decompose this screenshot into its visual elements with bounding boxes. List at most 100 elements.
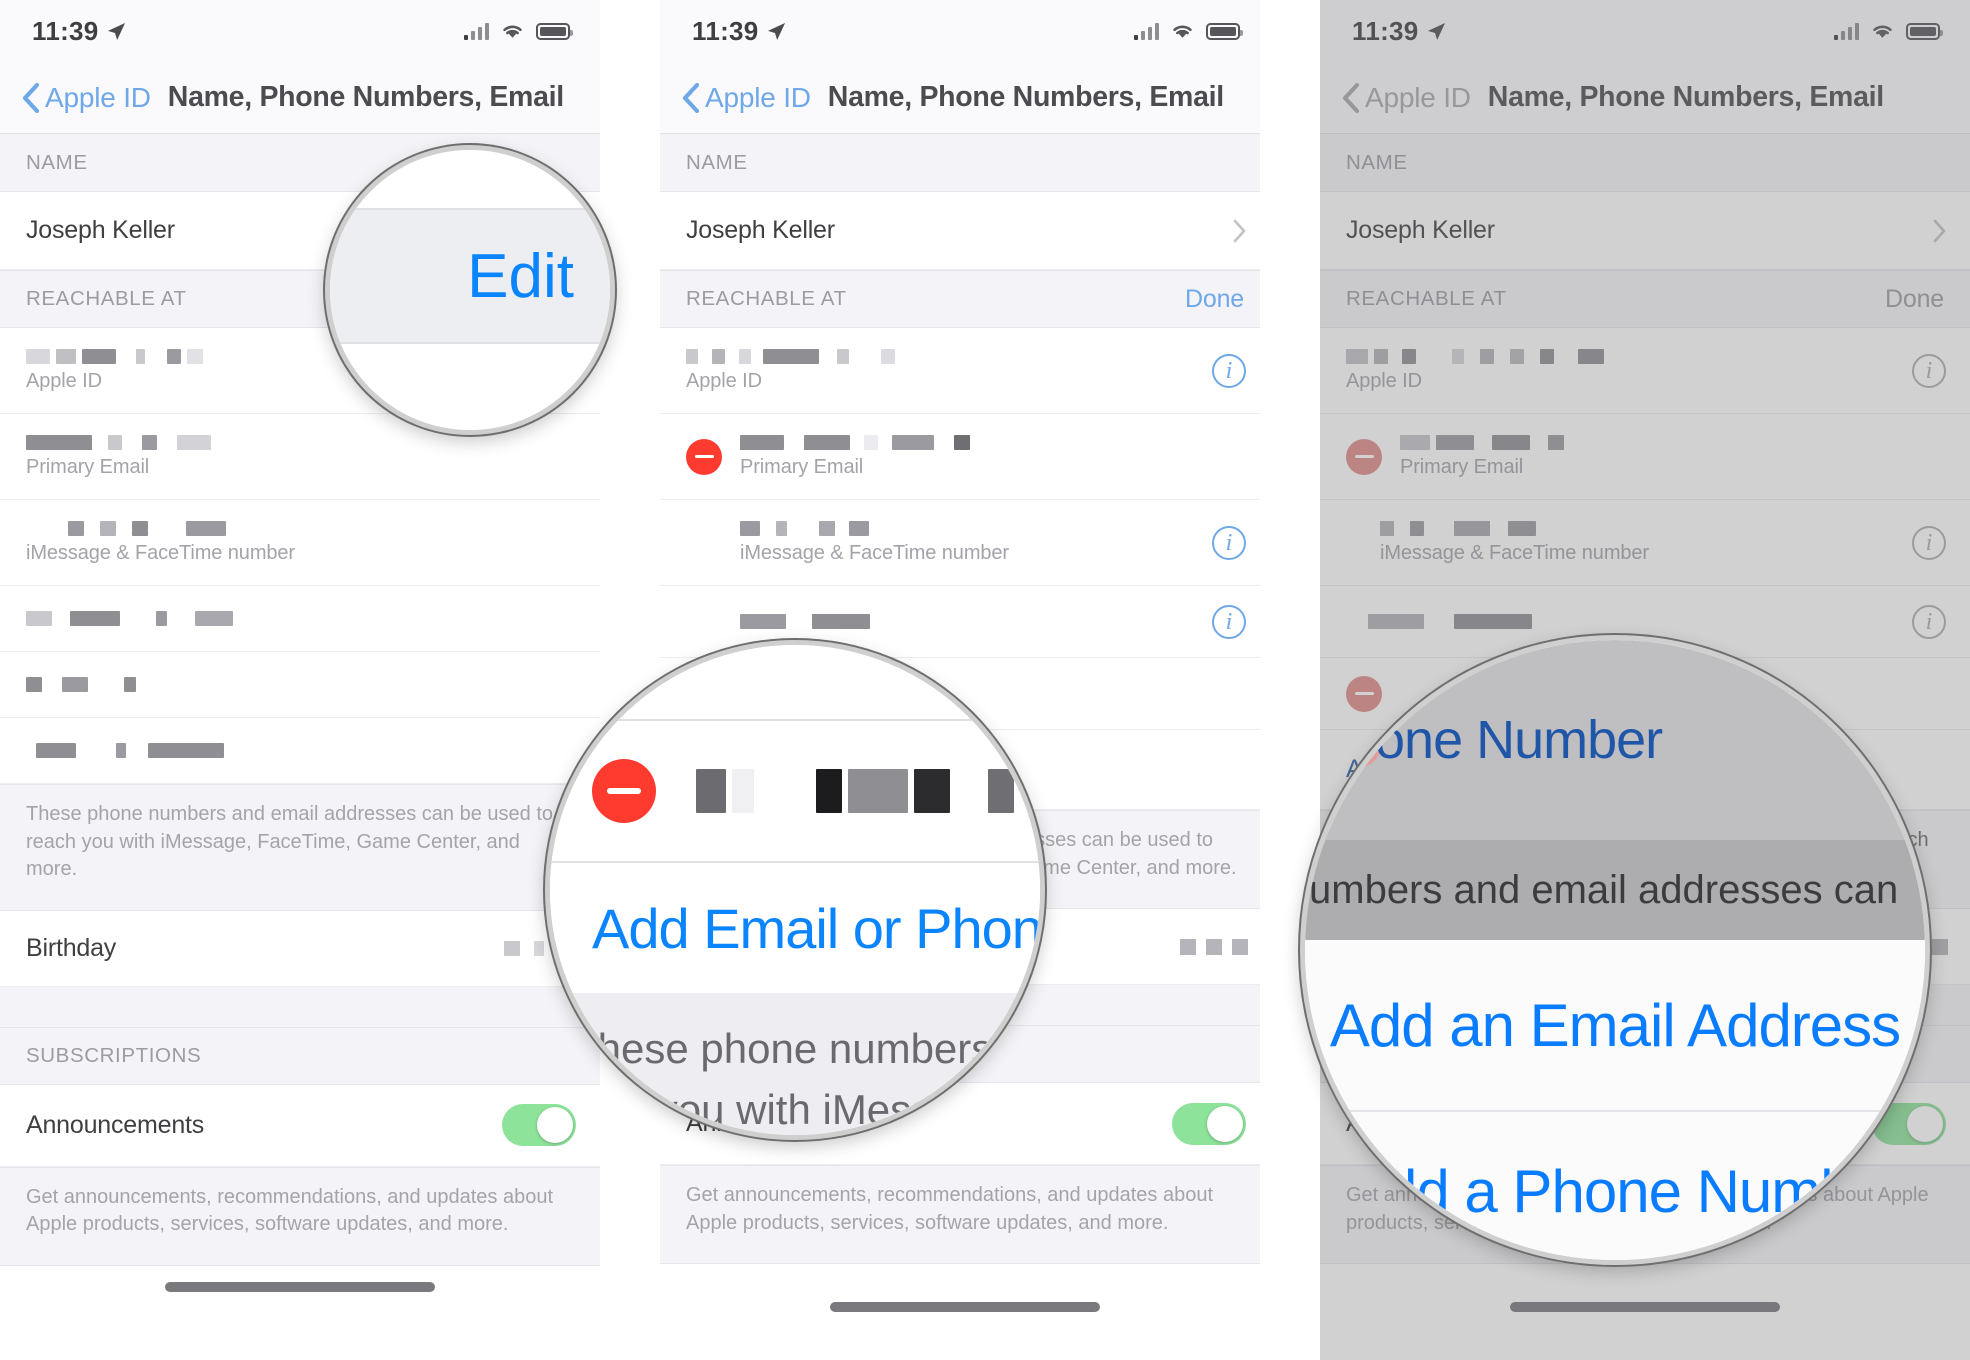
action-sheet-add-phone[interactable]: Add a Phone Numbe <box>1305 1112 1925 1260</box>
add-an-email-address-label: Add an Email Address <box>1329 991 1901 1059</box>
status-bar: 11:39 <box>0 0 600 62</box>
delete-button[interactable] <box>592 759 656 823</box>
chevron-left-icon[interactable] <box>22 82 39 113</box>
magnified-add-row[interactable]: Add Email or Phone Nu <box>550 863 1040 993</box>
contact-sublabel: Primary Email <box>1400 455 1524 478</box>
chevron-right-icon <box>1933 219 1946 242</box>
contact-body: Primary Email <box>1400 434 1564 479</box>
magnified-dim-row: one Number <box>1305 640 1925 840</box>
redacted-value <box>740 614 870 629</box>
status-bar: 11:39 <box>1320 0 1970 62</box>
add-a-phone-number-label: Add a Phone Numbe <box>1344 1157 1886 1225</box>
cellular-bars-icon <box>463 22 489 40</box>
magnifier-callout-edit: Edit <box>325 145 615 435</box>
magnifier-callout-add-row: Add Email or Phone Nu These phone number… <box>545 640 1045 1140</box>
info-icon[interactable]: i <box>1912 353 1946 388</box>
row-person-name[interactable]: Joseph Keller <box>660 192 1270 270</box>
redacted-value <box>740 434 970 450</box>
magnified-contact-row[interactable] <box>550 721 1040 861</box>
contact-sublabel: iMessage & FaceTime number <box>26 541 295 564</box>
contact-body <box>740 614 870 629</box>
contact-row[interactable]: Apple ID i <box>1320 328 1970 414</box>
home-indicator[interactable] <box>830 1302 1100 1312</box>
battery-icon <box>536 22 573 40</box>
row-birthday[interactable]: Birthday <box>0 910 600 987</box>
home-indicator[interactable] <box>165 1281 435 1292</box>
footnote-announcements: Get announcements, recommendations, and … <box>0 1166 600 1266</box>
redacted-value <box>1368 614 1532 629</box>
section-header-reachable: REACHABLE AT Done <box>1320 270 1970 328</box>
contact-body: Apple ID <box>686 348 895 393</box>
info-icon[interactable]: i <box>1912 604 1946 639</box>
location-arrow-icon <box>1427 22 1445 40</box>
contact-row[interactable] <box>0 718 600 784</box>
contact-body: Primary Email <box>26 434 211 479</box>
contact-body: Primary Email <box>740 434 970 479</box>
info-icon[interactable]: i <box>1912 525 1946 560</box>
status-bar-right <box>1133 22 1243 40</box>
footnote-text: umbers and email addresses can <box>1309 867 1899 912</box>
clock-time: 11:39 <box>32 15 99 46</box>
section-header-reachable-label: REACHABLE AT <box>1346 287 1507 310</box>
contact-row[interactable]: iMessage & FaceTime number i <box>1320 500 1970 586</box>
contact-sublabel: Apple ID <box>26 369 102 392</box>
redacted-value <box>26 434 211 450</box>
contact-row[interactable]: Primary Email <box>1320 414 1970 500</box>
info-icon[interactable]: i <box>1212 525 1246 560</box>
back-button-label[interactable]: Apple ID <box>705 82 811 114</box>
contact-body <box>1368 614 1532 629</box>
section-header-reachable-label: REACHABLE AT <box>26 287 187 310</box>
contact-sublabel: Primary Email <box>26 455 150 478</box>
status-bar: 11:39 <box>660 0 1270 62</box>
status-bar-right <box>1833 22 1943 40</box>
magnified-dim-footnote: umbers and email addresses can <box>1305 840 1925 940</box>
cellular-bars-icon <box>1133 22 1159 40</box>
info-icon[interactable]: i <box>1212 353 1246 388</box>
footnote-line-2: each you with iMessag <box>554 1085 979 1133</box>
contact-row[interactable]: iMessage & FaceTime number i <box>660 500 1270 586</box>
wifi-icon <box>1873 25 1892 38</box>
home-indicator[interactable] <box>1510 1302 1780 1312</box>
section-header-name-label: NAME <box>686 150 748 174</box>
contact-body: iMessage & FaceTime number <box>740 520 1009 565</box>
status-bar-left: 11:39 <box>1352 16 1446 47</box>
contact-row[interactable] <box>0 652 600 718</box>
done-button[interactable]: Done <box>1885 285 1944 314</box>
back-button-label[interactable]: Apple ID <box>45 82 151 114</box>
chevron-left-icon[interactable] <box>682 82 699 113</box>
info-icon[interactable]: i <box>1212 604 1246 639</box>
redacted-value <box>1346 348 1604 364</box>
redacted-value <box>1380 520 1649 536</box>
action-sheet-add-email[interactable]: Add an Email Address <box>1305 940 1925 1110</box>
back-button-label[interactable]: Apple ID <box>1365 82 1471 114</box>
status-bar-right <box>463 22 573 40</box>
contact-body <box>26 677 136 692</box>
announcements-toggle[interactable] <box>1172 1102 1246 1145</box>
page-title: Name, Phone Numbers, Email <box>827 81 1224 113</box>
edit-button[interactable]: Edit <box>467 241 574 312</box>
row-person-name[interactable]: Joseph Keller <box>1320 192 1970 270</box>
cellular-bars-icon <box>1833 22 1859 40</box>
delete-button[interactable] <box>686 438 722 475</box>
section-header-name-label: NAME <box>26 150 88 174</box>
wifi-icon <box>503 25 522 38</box>
magnified-edit-bar: Edit <box>330 208 610 344</box>
row-announcements[interactable]: Announcements <box>0 1084 600 1167</box>
person-name-value: Joseph Keller <box>1346 216 1495 244</box>
contact-sublabel: Apple ID <box>686 369 762 392</box>
contact-row[interactable]: iMessage & FaceTime number <box>0 500 600 586</box>
nav-bar: Apple ID Name, Phone Numbers, Email <box>0 62 600 134</box>
section-header-subscriptions: SUBSCRIPTIONS <box>0 1026 600 1085</box>
done-button[interactable]: Done <box>1185 285 1244 314</box>
delete-button[interactable] <box>1346 438 1382 475</box>
contact-body: iMessage & FaceTime number <box>26 520 295 565</box>
contact-row[interactable]: Primary Email <box>660 414 1270 500</box>
location-arrow-icon <box>767 22 785 40</box>
contact-sublabel: iMessage & FaceTime number <box>1380 541 1649 564</box>
person-name-value: Joseph Keller <box>26 216 175 244</box>
contact-row[interactable] <box>0 586 600 652</box>
chevron-left-icon[interactable] <box>1342 82 1359 113</box>
location-arrow-icon <box>107 22 125 40</box>
contact-row[interactable]: Apple ID i <box>660 328 1270 414</box>
redacted-value <box>26 520 295 536</box>
